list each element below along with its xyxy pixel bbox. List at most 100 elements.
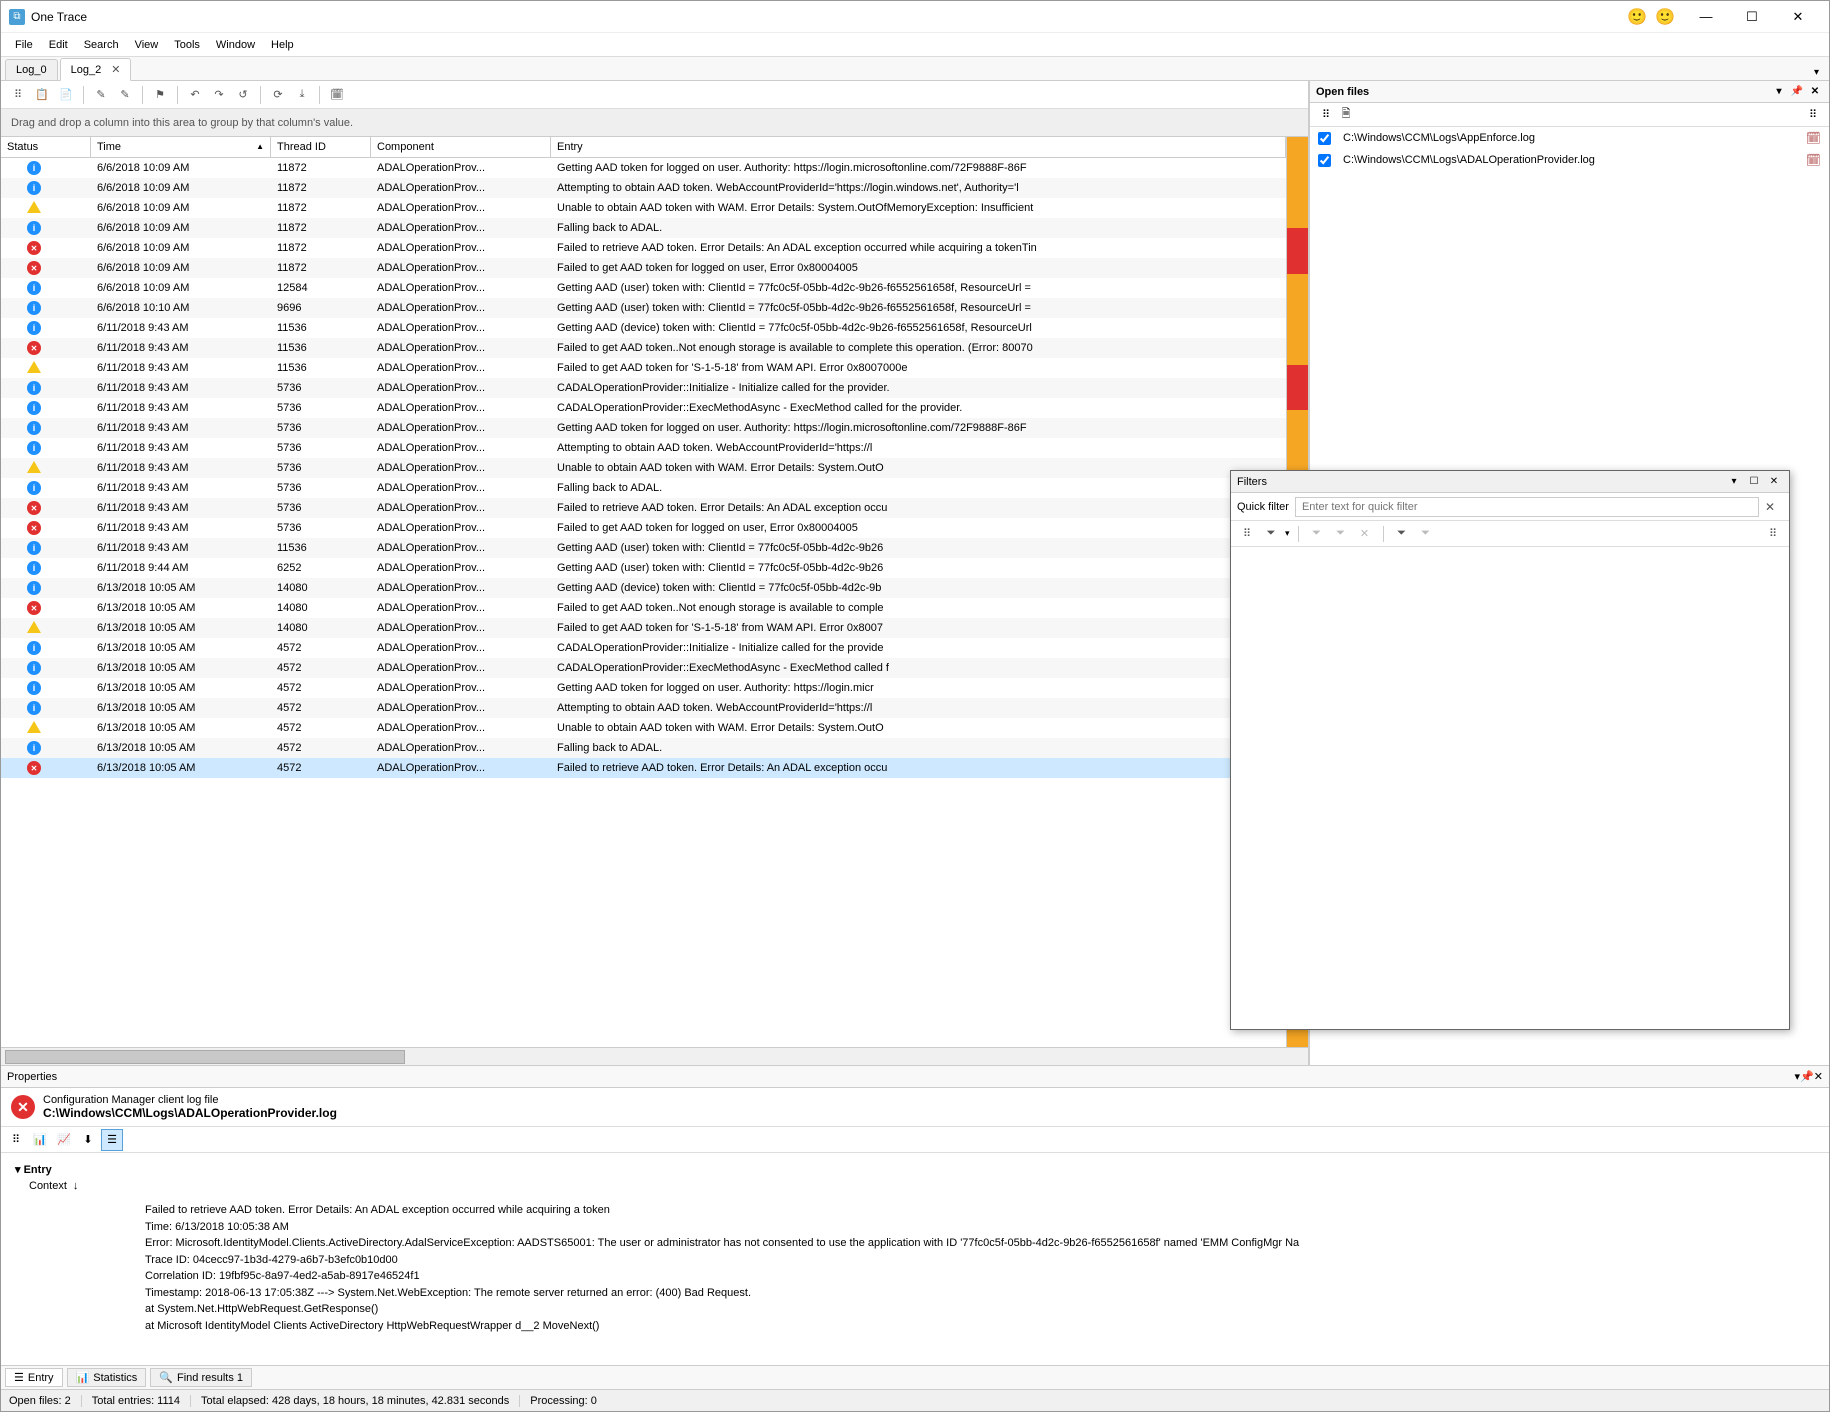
tab-overflow-button[interactable]: ▾ xyxy=(1808,65,1825,80)
log-row[interactable]: i6/11/2018 9:43 AM5736ADALOperationProv.… xyxy=(1,398,1286,418)
menu-view[interactable]: View xyxy=(127,37,167,53)
menu-window[interactable]: Window xyxy=(208,37,263,53)
panel-maximize-icon[interactable]: ☐ xyxy=(1745,473,1763,491)
tab-log2[interactable]: Log_2✕ xyxy=(60,58,132,81)
menu-edit[interactable]: Edit xyxy=(41,37,76,53)
filter-btn[interactable]: ⏷ xyxy=(1392,524,1412,544)
log-row[interactable]: i6/13/2018 10:05 AM14080ADALOperationPro… xyxy=(1,578,1286,598)
log-row[interactable]: i6/6/2018 10:09 AM11872ADALOperationProv… xyxy=(1,178,1286,198)
col-status[interactable]: Status xyxy=(1,137,91,157)
filter-clear-icon[interactable]: ✕ xyxy=(1355,524,1375,544)
log-row[interactable]: i6/6/2018 10:09 AM11872ADALOperationProv… xyxy=(1,158,1286,178)
grid-body[interactable]: i6/6/2018 10:09 AM11872ADALOperationProv… xyxy=(1,158,1286,1047)
log-row[interactable]: i6/13/2018 10:05 AM4572ADALOperationProv… xyxy=(1,738,1286,758)
log-row[interactable]: i6/6/2018 10:10 AM9696ADALOperationProv.… xyxy=(1,298,1286,318)
maximize-button[interactable]: ☐ xyxy=(1729,2,1775,32)
toolbar-paste-icon[interactable]: 📄 xyxy=(55,84,77,106)
menu-tools[interactable]: Tools xyxy=(166,37,208,53)
log-row[interactable]: 6/13/2018 10:05 AM4572ADALOperationProv.… xyxy=(1,718,1286,738)
panel-close-icon[interactable]: ✕ xyxy=(1765,473,1783,491)
log-row[interactable]: i6/13/2018 10:05 AM4572ADALOperationProv… xyxy=(1,638,1286,658)
panel-close-icon[interactable]: ✕ xyxy=(1807,84,1823,100)
open-file-row[interactable]: C:\Windows\CCM\Logs\AppEnforce.log 🗓 xyxy=(1310,127,1829,149)
prop-view4-icon[interactable]: ☰ xyxy=(101,1129,123,1151)
log-row[interactable]: 6/11/2018 9:43 AM5736ADALOperationProv..… xyxy=(1,458,1286,478)
close-button[interactable]: ✕ xyxy=(1775,2,1821,32)
toolbar-menu-icon[interactable]: ⠿ xyxy=(1763,524,1783,544)
toolbar-copy-icon[interactable]: 📋 xyxy=(31,84,53,106)
col-entry[interactable]: Entry xyxy=(551,137,1286,157)
minimize-button[interactable]: — xyxy=(1683,2,1729,32)
filter-funnel-icon[interactable]: ⏷ xyxy=(1261,524,1281,544)
toolbar-menu-icon[interactable]: ⠿ xyxy=(1803,105,1823,125)
file-reload-icon[interactable]: 🗓 xyxy=(1806,153,1821,167)
toolbar-btn[interactable]: ⠿ xyxy=(7,84,29,106)
log-row[interactable]: i6/11/2018 9:43 AM5736ADALOperationProv.… xyxy=(1,418,1286,438)
dropdown-icon[interactable]: ▾ xyxy=(1285,528,1290,539)
log-row[interactable]: 6/13/2018 10:05 AM4572ADALOperationProv.… xyxy=(1,758,1286,778)
file-checkbox[interactable] xyxy=(1318,154,1331,167)
open-file-row[interactable]: C:\Windows\CCM\Logs\ADALOperationProvide… xyxy=(1310,149,1829,171)
tab-find-results[interactable]: 🔍 Find results 1 xyxy=(150,1368,252,1387)
tab-log0[interactable]: Log_0 xyxy=(5,59,58,80)
filter-btn[interactable]: ⏷ xyxy=(1331,524,1351,544)
panel-menu-icon[interactable]: ▾ xyxy=(1771,84,1787,100)
toolbar-btn[interactable]: ⠿ xyxy=(1316,105,1336,125)
col-thread[interactable]: Thread ID xyxy=(271,137,371,157)
log-row[interactable]: 6/6/2018 10:09 AM11872ADALOperationProv.… xyxy=(1,198,1286,218)
log-row[interactable]: i6/11/2018 9:43 AM5736ADALOperationProv.… xyxy=(1,478,1286,498)
log-row[interactable]: i6/13/2018 10:05 AM4572ADALOperationProv… xyxy=(1,698,1286,718)
log-row[interactable]: i6/11/2018 9:44 AM6252ADALOperationProv.… xyxy=(1,558,1286,578)
panel-pin-icon[interactable]: 📌 xyxy=(1789,84,1805,100)
log-row[interactable]: 6/11/2018 9:43 AM5736ADALOperationProv..… xyxy=(1,498,1286,518)
log-row[interactable]: 6/6/2018 10:09 AM11872ADALOperationProv.… xyxy=(1,258,1286,278)
file-reload-icon[interactable]: 🗓 xyxy=(1806,131,1821,145)
down-arrow-icon[interactable]: ↓ xyxy=(73,1180,79,1192)
log-row[interactable]: i6/6/2018 10:09 AM11872ADALOperationProv… xyxy=(1,218,1286,238)
col-component[interactable]: Component xyxy=(371,137,551,157)
prop-view3-icon[interactable]: ⬇ xyxy=(77,1129,99,1151)
log-row[interactable]: 6/13/2018 10:05 AM14080ADALOperationProv… xyxy=(1,598,1286,618)
tab-close-icon[interactable]: ✕ xyxy=(111,64,120,76)
log-row[interactable]: i6/13/2018 10:05 AM4572ADALOperationProv… xyxy=(1,658,1286,678)
toolbar-btn[interactable]: ⠿ xyxy=(1237,524,1257,544)
panel-close-icon[interactable]: ✕ xyxy=(1814,1070,1823,1083)
prop-view2-icon[interactable]: 📈 xyxy=(53,1129,75,1151)
expand-icon[interactable]: ▾ xyxy=(15,1164,21,1176)
file-add-icon[interactable]: 🗎 xyxy=(1336,105,1356,125)
log-row[interactable]: 6/11/2018 9:43 AM5736ADALOperationProv..… xyxy=(1,518,1286,538)
prop-view1-icon[interactable]: 📊 xyxy=(29,1129,51,1151)
menu-file[interactable]: File xyxy=(7,37,41,53)
toolbar-btn[interactable]: ✎ xyxy=(90,84,112,106)
toolbar-btn[interactable]: ✎ xyxy=(114,84,136,106)
group-by-bar[interactable]: Drag and drop a column into this area to… xyxy=(1,109,1308,137)
toolbar-btn[interactable]: ↶ xyxy=(184,84,206,106)
horizontal-scrollbar[interactable] xyxy=(1,1047,1308,1065)
log-row[interactable]: i6/11/2018 9:43 AM5736ADALOperationProv.… xyxy=(1,438,1286,458)
scrollbar-thumb[interactable] xyxy=(5,1050,405,1064)
toolbar-btn[interactable]: ⤓ xyxy=(291,84,313,106)
log-row[interactable]: 6/11/2018 9:43 AM11536ADALOperationProv.… xyxy=(1,338,1286,358)
menu-search[interactable]: Search xyxy=(76,37,127,53)
toolbar-flag-icon[interactable]: ⚑ xyxy=(149,84,171,106)
menu-help[interactable]: Help xyxy=(263,37,302,53)
toolbar-btn[interactable]: ↷ xyxy=(208,84,230,106)
log-row[interactable]: 6/6/2018 10:09 AM11872ADALOperationProv.… xyxy=(1,238,1286,258)
filter-btn[interactable]: ⏷ xyxy=(1307,524,1327,544)
log-row[interactable]: i6/13/2018 10:05 AM4572ADALOperationProv… xyxy=(1,678,1286,698)
toolbar-refresh-icon[interactable]: ⟳ xyxy=(267,84,289,106)
tab-entry[interactable]: ☰ Entry xyxy=(5,1368,63,1387)
toolbar-btn[interactable]: ⠿ xyxy=(5,1129,27,1151)
col-time[interactable]: Time▲ xyxy=(91,137,271,157)
log-row[interactable]: i6/11/2018 9:43 AM11536ADALOperationProv… xyxy=(1,538,1286,558)
file-checkbox[interactable] xyxy=(1318,132,1331,145)
log-row[interactable]: i6/11/2018 9:43 AM5736ADALOperationProv.… xyxy=(1,378,1286,398)
log-row[interactable]: 6/13/2018 10:05 AM14080ADALOperationProv… xyxy=(1,618,1286,638)
log-row[interactable]: i6/6/2018 10:09 AM12584ADALOperationProv… xyxy=(1,278,1286,298)
panel-menu-icon[interactable]: ▾ xyxy=(1725,473,1743,491)
log-row[interactable]: 6/11/2018 9:43 AM11536ADALOperationProv.… xyxy=(1,358,1286,378)
quick-filter-input[interactable] xyxy=(1295,497,1759,517)
toolbar-calendar-icon[interactable]: 🗓 xyxy=(326,84,348,106)
tab-statistics[interactable]: 📊 Statistics xyxy=(67,1368,147,1387)
log-row[interactable]: i6/11/2018 9:43 AM11536ADALOperationProv… xyxy=(1,318,1286,338)
